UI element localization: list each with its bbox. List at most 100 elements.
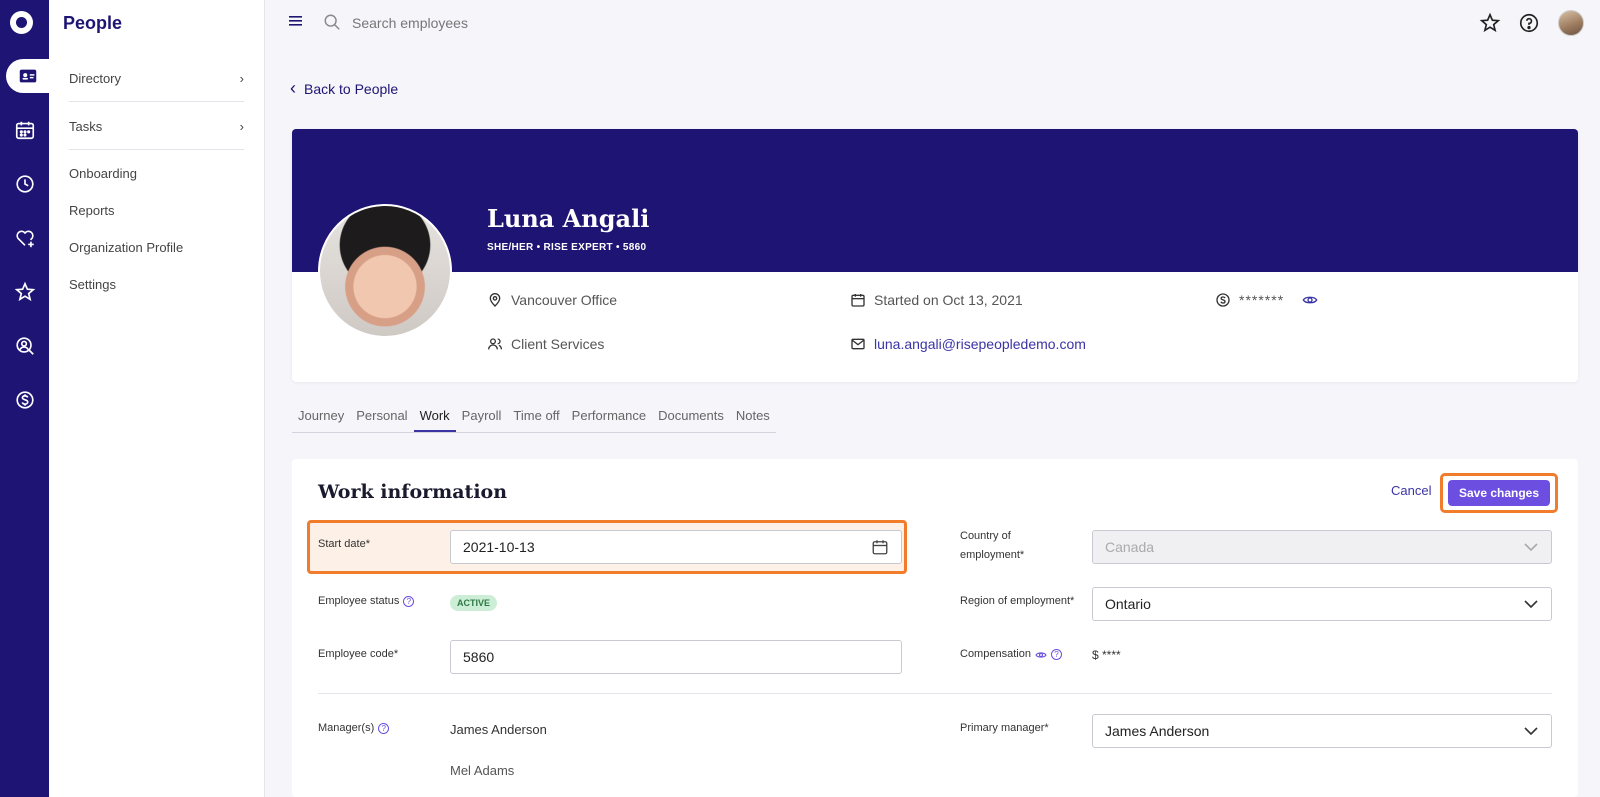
sidenav-item-directory[interactable]: Directory › <box>69 63 244 93</box>
tab-documents[interactable]: Documents <box>652 407 730 432</box>
label-text: Employee code* <box>318 648 399 660</box>
chevron-right-icon: › <box>239 70 244 86</box>
dollar-icon[interactable] <box>0 383 49 417</box>
back-link-label: Back to People <box>304 80 399 97</box>
status-badge: ACTIVE <box>450 595 498 611</box>
help-circle-icon[interactable]: ? <box>403 596 415 607</box>
profile-banner <box>292 129 1578 272</box>
email-link[interactable]: luna.angali@risepeopledemo.com <box>874 336 1086 352</box>
topbar <box>265 0 1600 46</box>
salary-masked-text: ******* <box>1239 292 1285 308</box>
manager-name: Mel Adams <box>450 763 515 778</box>
calendar-picker-icon[interactable] <box>871 538 889 556</box>
save-changes-button[interactable]: Save changes <box>1448 480 1550 506</box>
nav-divider <box>69 149 244 150</box>
start-date-input[interactable]: 2021-10-13 <box>450 530 902 564</box>
label-text: Region of employment* <box>960 595 1075 607</box>
back-to-people-link[interactable]: ‹ Back to People <box>290 78 398 99</box>
region-value: Ontario <box>1105 596 1151 612</box>
dollar-icon <box>1216 293 1230 307</box>
search-icon <box>324 14 340 30</box>
tab-payroll[interactable]: Payroll <box>456 407 508 432</box>
profile-photo <box>318 204 452 338</box>
favorites-star-icon[interactable] <box>1479 12 1501 34</box>
sidenav-item-onboarding[interactable]: Onboarding <box>69 158 244 188</box>
people-icon[interactable] <box>6 59 49 93</box>
sidenav-item-label: Organization Profile <box>69 239 184 255</box>
sidenav-item-reports[interactable]: Reports <box>69 195 244 225</box>
managers-label: Manager(s) ? <box>318 719 390 738</box>
mail-icon <box>851 338 865 350</box>
email-info: luna.angali@risepeopledemo.com <box>850 336 1086 352</box>
profile-tabs: Journey Personal Work Payroll Time off P… <box>292 407 776 433</box>
country-label: Country of employment* <box>960 527 1024 565</box>
label-text: Start date* <box>318 538 370 550</box>
section-title: People <box>63 13 123 33</box>
label-text: employment* <box>960 549 1025 561</box>
chevron-down-icon <box>1524 600 1538 609</box>
label-text: Manager(s) <box>318 722 375 734</box>
chevron-left-icon: ‹ <box>290 78 296 98</box>
tab-journey[interactable]: Journey <box>292 407 350 432</box>
cancel-button[interactable]: Cancel <box>1391 483 1431 498</box>
search-input[interactable] <box>352 10 652 36</box>
sidenav: People Directory › Tasks › Onboarding Re… <box>49 0 265 797</box>
department-info: Client Services <box>487 336 604 352</box>
work-information-card: Work information Cancel Save changes Sta… <box>292 459 1578 797</box>
calendar-icon <box>851 294 865 307</box>
primary-manager-value: James Anderson <box>1105 723 1210 739</box>
chevron-down-icon <box>1524 727 1538 736</box>
start-date-label: Start date* <box>318 535 370 554</box>
location-pin-icon <box>489 293 501 307</box>
clock-icon[interactable] <box>0 167 49 201</box>
hamburger-menu-icon[interactable] <box>289 14 303 28</box>
employee-status-label: Employee status ? <box>318 592 415 611</box>
start-info: Started on Oct 13, 2021 <box>850 292 1023 308</box>
region-select[interactable]: Ontario <box>1092 587 1552 621</box>
help-circle-icon[interactable]: ? <box>1050 649 1062 660</box>
label-text: Country of <box>960 530 1011 542</box>
label-text: Compensation <box>960 648 1031 660</box>
user-avatar[interactable] <box>1558 10 1584 36</box>
calendar-icon[interactable] <box>0 113 49 147</box>
eye-icon[interactable] <box>1302 292 1318 308</box>
tab-personal[interactable]: Personal <box>350 407 413 432</box>
tab-work[interactable]: Work <box>413 407 456 432</box>
star-icon[interactable] <box>0 275 49 309</box>
app-logo-icon[interactable] <box>10 11 33 34</box>
chevron-right-icon: › <box>239 118 244 134</box>
help-icon[interactable] <box>1518 12 1540 34</box>
nav-divider <box>69 101 244 102</box>
primary-manager-label: Primary manager* <box>960 719 1049 738</box>
section-divider <box>318 693 1552 694</box>
tab-notes[interactable]: Notes <box>730 407 776 432</box>
start-date-text: Started on Oct 13, 2021 <box>874 292 1023 308</box>
location-info: Vancouver Office <box>487 292 617 308</box>
employee-meta: SHE/HER • RISE EXPERT • 5860 <box>487 242 647 253</box>
chevron-down-icon <box>1524 543 1538 552</box>
region-label: Region of employment* <box>960 592 1074 611</box>
sidenav-item-label: Reports <box>69 202 115 218</box>
users-icon <box>488 338 502 350</box>
sidenav-item-label: Directory <box>69 70 122 86</box>
location-text: Vancouver Office <box>511 292 618 308</box>
primary-manager-select[interactable]: James Anderson <box>1092 714 1552 748</box>
sidenav-item-label: Tasks <box>69 118 103 134</box>
user-search-icon[interactable] <box>0 329 49 363</box>
department-text: Client Services <box>511 336 605 352</box>
compensation-value: $ **** <box>1092 648 1121 662</box>
sidenav-item-tasks[interactable]: Tasks › <box>69 111 244 141</box>
tab-performance[interactable]: Performance <box>566 407 652 432</box>
sidenav-item-organization-profile[interactable]: Organization Profile <box>69 232 244 262</box>
employee-name: Luna Angali <box>487 204 650 233</box>
eye-icon[interactable] <box>1035 649 1047 661</box>
help-circle-icon[interactable]: ? <box>378 723 390 734</box>
sidenav-item-label: Settings <box>69 276 116 292</box>
country-value: Canada <box>1105 539 1155 555</box>
sidenav-item-settings[interactable]: Settings <box>69 269 244 299</box>
employee-code-input[interactable]: 5860 <box>450 640 902 674</box>
sidenav-item-label: Onboarding <box>69 165 137 181</box>
heart-plus-icon[interactable] <box>0 221 49 255</box>
app-rail <box>0 0 49 797</box>
tab-time-off[interactable]: Time off <box>507 407 565 432</box>
